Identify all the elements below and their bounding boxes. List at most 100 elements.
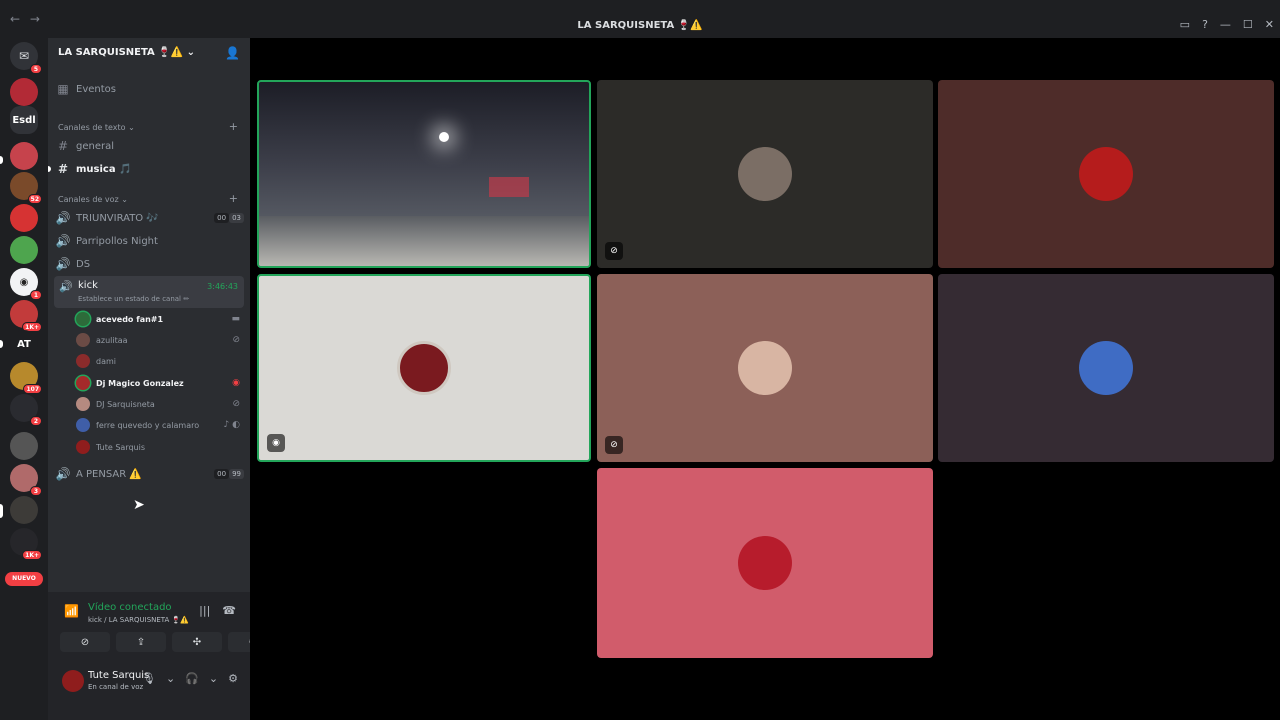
user-count: 00 — [214, 469, 230, 479]
storefront-light — [489, 177, 529, 197]
invite-user-icon[interactable]: 👤 — [225, 46, 240, 60]
chevron-down-icon: ⌄ — [128, 123, 135, 132]
voice-connection-panel: 📶 Vídeo conectado kick / LA SARQUISNETA … — [48, 592, 278, 662]
disconnect-icon[interactable]: ☎ — [222, 604, 236, 617]
video-tile[interactable] — [257, 80, 591, 268]
video-tile[interactable]: ⊘ — [597, 80, 933, 268]
channel-label: general — [76, 140, 115, 152]
voice-channel-a-pensar[interactable]: 🔊 A PENSAR ⚠️ 00 99 — [54, 465, 244, 483]
unread-pill — [48, 166, 51, 172]
avatar — [76, 354, 90, 368]
connection-channel[interactable]: kick / LA SARQUISNETA 🍷⚠️ — [88, 616, 189, 624]
channel-general[interactable]: # general — [54, 137, 244, 155]
notification-badge: 107 — [23, 384, 42, 394]
server-list: ✉ 5 Esdl 52 ◉ 1 1K+ AT 107 2 3 1K+ NUEVO — [0, 38, 48, 720]
text-channels-category[interactable]: Canales de texto ⌄ — [58, 123, 135, 132]
server-icon[interactable]: 2 — [10, 394, 42, 426]
video-tile[interactable] — [597, 468, 933, 658]
camera-off-button[interactable]: ⊘ — [60, 632, 110, 652]
voice-member[interactable]: Dj Magico Gonzalez ◉ — [76, 374, 240, 392]
server-icon[interactable]: 52 — [10, 172, 42, 204]
inbox-icon[interactable]: ▭ — [1180, 18, 1190, 31]
avatar[interactable] — [62, 670, 84, 692]
notification-badge: 1 — [30, 290, 42, 300]
microphone-icon[interactable]: 🎙 — [142, 672, 156, 685]
server-icon[interactable] — [10, 432, 38, 460]
events-link[interactable]: ▦ Eventos — [54, 80, 244, 98]
user-panel: Tute Sarquis En canal de voz 🎙 ⌄ 🎧 ⌄ ⚙ — [48, 662, 250, 720]
maximize-icon[interactable]: ☐ — [1243, 18, 1253, 31]
channel-sidebar: LA SARQUISNETA 🍷⚠️ ⌄ 👤 ▦ Eventos Canales… — [48, 38, 278, 720]
signal-icon[interactable]: 📶 — [64, 604, 79, 618]
voice-channels-category[interactable]: Canales de voz ⌄ — [58, 195, 128, 204]
server-icon[interactable] — [10, 496, 38, 524]
settings-gear-icon[interactable]: ⚙ — [228, 672, 238, 685]
notification-badge: 5 — [30, 64, 42, 74]
channel-musica[interactable]: # musica 🎵 — [54, 160, 244, 178]
server-icon[interactable] — [10, 204, 38, 232]
connection-status[interactable]: Vídeo conectado — [88, 602, 172, 613]
video-icon: ▬ — [231, 314, 240, 324]
close-icon[interactable]: ✕ — [1265, 18, 1274, 31]
video-grid: ⊘ ◉ ⊘ — [250, 38, 1280, 720]
muted-icon: ⊘ — [232, 335, 240, 345]
calendar-icon: ▦ — [57, 82, 69, 96]
screen-share-button[interactable]: ⇪ — [116, 632, 166, 652]
server-icon[interactable]: ◉ 1 — [10, 268, 42, 300]
hashtag-icon: # — [57, 139, 69, 153]
server-icon[interactable] — [10, 78, 38, 106]
headphones-icon[interactable]: 🎧 — [185, 672, 199, 685]
notification-badge: 3 — [30, 486, 42, 496]
muted-icon: ⊘ — [605, 436, 623, 454]
avatar — [738, 536, 792, 590]
channel-label: A PENSAR ⚠️ — [76, 468, 142, 480]
server-icon[interactable]: Esdl — [10, 106, 38, 134]
screen-share-icon: ⇪ — [136, 636, 146, 648]
voice-channel-kick[interactable]: 🔊 kick 3:46:43 Establece un estado de ca… — [54, 276, 244, 308]
noise-suppression-icon[interactable]: ||| — [199, 604, 210, 617]
channel-status[interactable]: Establece un estado de canal ✏ — [78, 295, 189, 303]
voice-member[interactable]: ferre quevedo y calamaro ♪ ◐ — [76, 416, 240, 434]
notification-badge: 52 — [27, 194, 42, 204]
voice-member[interactable]: azulitaa ⊘ — [76, 331, 240, 349]
voice-channel-ds[interactable]: 🔊 DS — [54, 255, 244, 273]
speaker-icon: 🔊 — [55, 257, 71, 271]
voice-member[interactable]: DJ Sarquisneta ⊘ — [76, 395, 240, 413]
voice-channel-triunvirato[interactable]: 🔊 TRIUNVIRATO 🎶 00 03 — [54, 209, 244, 227]
new-badge[interactable]: NUEVO — [5, 572, 43, 586]
chevron-down-icon[interactable]: ⌄ — [209, 672, 218, 685]
username[interactable]: Tute Sarquis — [88, 670, 149, 681]
discord-icon[interactable]: ✉ 5 — [10, 42, 42, 74]
voice-member[interactable]: acevedo fan#1 ▬ — [76, 310, 240, 328]
server-icon[interactable]: 3 — [10, 464, 42, 496]
voice-member[interactable]: dami — [76, 352, 240, 370]
server-header[interactable]: LA SARQUISNETA 🍷⚠️ ⌄ 👤 — [48, 38, 250, 70]
server-icon[interactable]: 107 — [10, 362, 42, 394]
video-tile[interactable]: ⊘ — [597, 274, 933, 462]
activity-icon: ♪ ◐ — [223, 420, 240, 430]
chevron-down-icon[interactable]: ⌄ — [166, 672, 175, 685]
server-icon[interactable]: 1K+ — [10, 300, 42, 332]
server-icon[interactable]: AT — [10, 330, 38, 358]
voice-member[interactable]: Tute Sarquis — [76, 438, 240, 456]
voice-channel-parripollos[interactable]: 🔊 Parripollos Night — [54, 232, 244, 250]
video-tile[interactable] — [938, 274, 1274, 462]
user-limit: 03 — [229, 213, 244, 223]
help-icon[interactable]: ? — [1202, 18, 1208, 31]
server-icon[interactable] — [10, 142, 38, 170]
avatar — [76, 418, 90, 432]
server-icon[interactable] — [10, 236, 38, 264]
minimize-icon[interactable]: — — [1220, 18, 1231, 31]
video-tile[interactable] — [938, 80, 1274, 268]
speaker-icon: 🔊 — [55, 467, 71, 481]
window-controls: ▭ ? — ☐ ✕ — [1180, 18, 1274, 31]
live-icon: ◉ — [267, 434, 285, 452]
activities-button[interactable]: ✣ — [172, 632, 222, 652]
add-channel-icon[interactable]: + — [229, 120, 238, 133]
add-channel-icon[interactable]: + — [229, 192, 238, 205]
avatar — [76, 333, 90, 347]
server-icon[interactable]: 1K+ — [10, 528, 42, 560]
road — [259, 216, 589, 266]
live-icon: ◉ — [232, 378, 240, 388]
video-tile[interactable]: ◉ — [257, 274, 591, 462]
